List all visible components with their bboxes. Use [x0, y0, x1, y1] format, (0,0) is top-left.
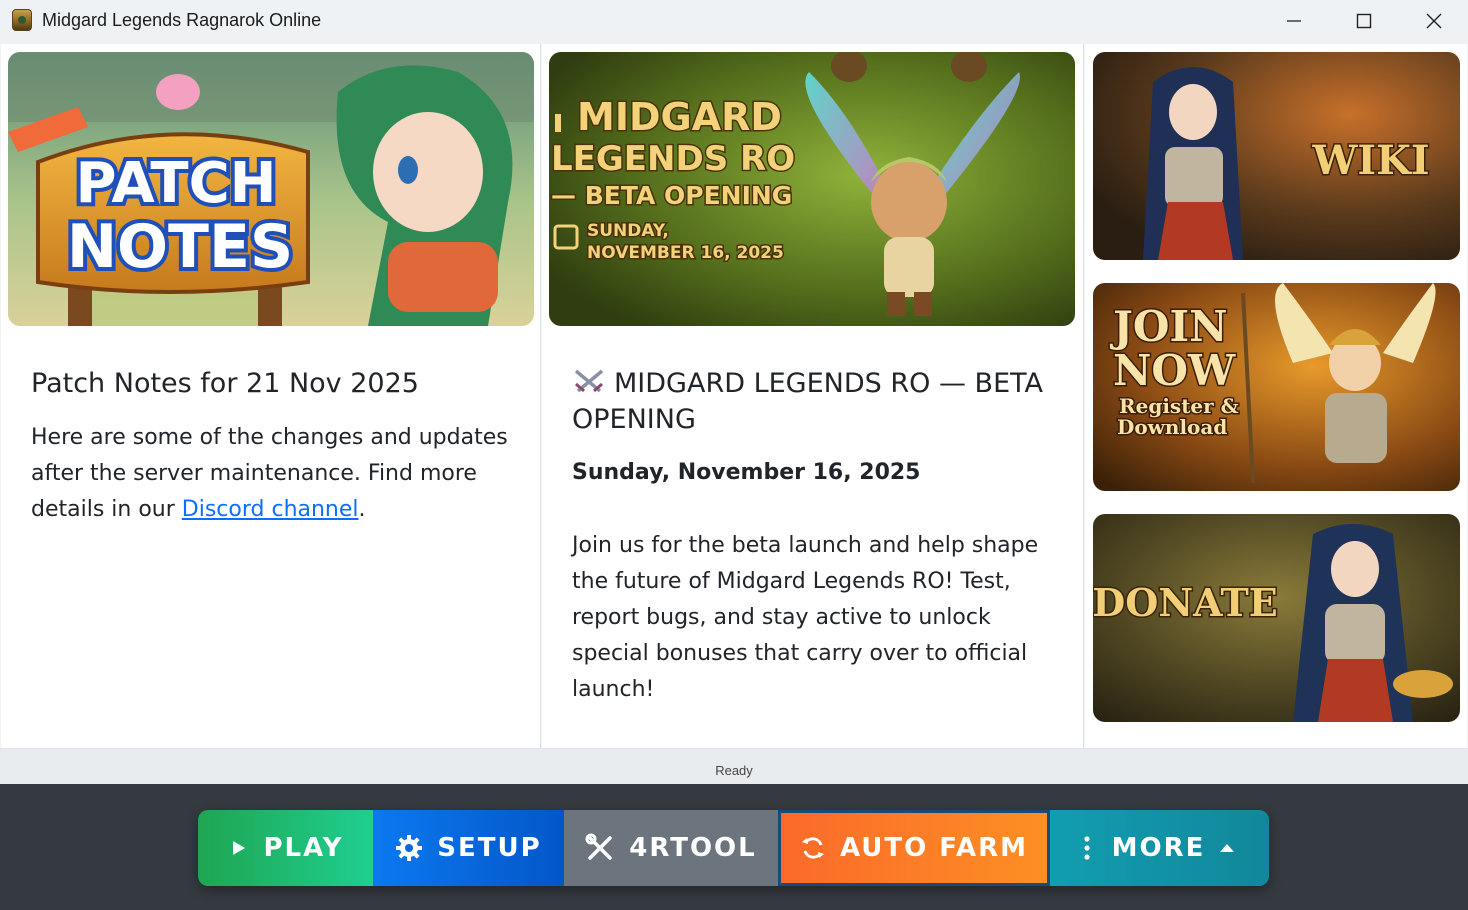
join-now-banner[interactable]: JOIN NOW Register & Download	[1093, 283, 1460, 491]
beta-opening-title: MIDGARD LEGENDS RO — BETA OPENING	[572, 366, 1067, 438]
donate-label: DONATE	[1093, 580, 1278, 625]
patch-notes-text-end: .	[358, 497, 366, 522]
auto-farm-label: AUTO FARM	[839, 833, 1029, 863]
close-icon	[1426, 13, 1442, 29]
join-line1: JOIN	[1109, 302, 1228, 351]
beta-banner-line3: — BETA OPENING	[551, 181, 792, 210]
join-line4: Download	[1117, 415, 1227, 439]
donate-banner[interactable]: DONATE	[1093, 514, 1460, 722]
more-button[interactable]: MORE	[1050, 810, 1269, 886]
more-icon	[1084, 836, 1090, 860]
minimize-icon	[1287, 20, 1301, 22]
app-logo-icon	[12, 9, 32, 31]
auto-farm-button[interactable]: AUTO FARM	[778, 810, 1050, 886]
caret-up-icon	[1219, 843, 1235, 853]
beta-opening-panel: MIDGARD LEGENDS RO — BETA OPENING SUNDAY…	[542, 44, 1084, 748]
patch-notes-banner[interactable]: PATCH NOTES	[8, 52, 534, 326]
wiki-label: WIKI	[1311, 137, 1429, 184]
beta-opening-banner[interactable]: MIDGARD LEGENDS RO — BETA OPENING SUNDAY…	[549, 52, 1075, 326]
play-label: PLAY	[263, 833, 344, 863]
beta-banner-line2: LEGENDS RO	[551, 139, 795, 179]
beta-opening-date: Sunday, November 16, 2025	[572, 460, 921, 485]
beta-banner-date2: NOVEMBER 16, 2025	[587, 243, 784, 263]
maximize-icon	[1356, 13, 1372, 29]
status-text: Ready	[715, 763, 753, 778]
join-line2: NOW	[1113, 346, 1236, 395]
tools-icon	[585, 833, 615, 863]
crossed-swords-icon	[574, 369, 604, 393]
patch-notes-panel: PATCH NOTES Patch Notes for 21 Nov 2025 …	[1, 44, 541, 748]
beta-banner-line1: MIDGARD	[577, 95, 782, 139]
window-title: Midgard Legends Ragnarok Online	[42, 10, 322, 30]
discord-channel-link[interactable]: Discord channel	[182, 497, 359, 522]
more-label: MORE	[1111, 833, 1206, 863]
title-bar: Midgard Legends Ragnarok Online	[0, 0, 1468, 44]
refresh-icon	[800, 835, 826, 861]
patch-banner-line2: NOTES	[67, 212, 293, 282]
beta-opening-title-text: MIDGARD LEGENDS RO — BETA OPENING	[572, 368, 1043, 435]
minimize-button[interactable]	[1259, 0, 1329, 42]
links-panel: WIKI JOIN NOW Register & Download DONATE	[1085, 44, 1467, 748]
patch-notes-title: Patch Notes for 21 Nov 2025	[31, 368, 419, 399]
beta-opening-body: Join us for the beta launch and help sha…	[572, 533, 1039, 702]
patch-notes-body: Here are some of the changes and updates…	[31, 420, 521, 528]
wiki-banner[interactable]: WIKI	[1093, 52, 1460, 260]
setup-button[interactable]: SETUP	[373, 810, 564, 886]
maximize-button[interactable]	[1329, 0, 1399, 42]
4rtool-label: 4RTOOL	[629, 833, 757, 863]
setup-label: SETUP	[437, 833, 542, 863]
4rtool-button[interactable]: 4RTOOL	[564, 810, 778, 886]
gear-icon	[395, 834, 423, 862]
play-icon	[227, 837, 249, 859]
patch-banner-line1: PATCH	[75, 151, 276, 216]
bottom-toolbar: PLAY SETUP 4RTOOL AUTO FARM MORE	[0, 784, 1468, 910]
beta-banner-date1: SUNDAY,	[587, 221, 669, 241]
close-button[interactable]	[1399, 0, 1468, 42]
action-button-group: PLAY SETUP 4RTOOL AUTO FARM MORE	[198, 810, 1269, 886]
play-button[interactable]: PLAY	[198, 810, 373, 886]
status-bar: Ready	[0, 748, 1468, 784]
